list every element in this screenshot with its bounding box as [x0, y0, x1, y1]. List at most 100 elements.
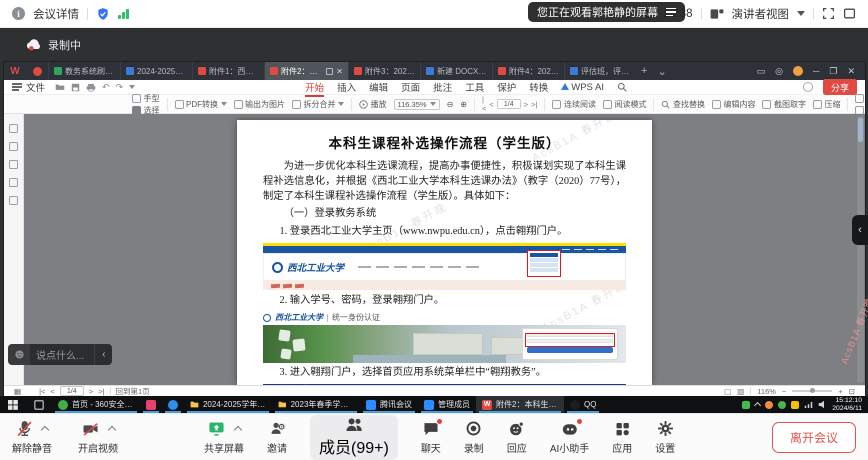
ai-assistant-button[interactable]: AI小助手: [550, 420, 589, 455]
print-icon[interactable]: [86, 83, 96, 92]
tab-pdf-attachment3[interactable]: 附件3：2024-2025学年…: [348, 62, 420, 80]
minimize-button[interactable]: ─: [813, 66, 819, 76]
docer-tab[interactable]: [26, 62, 48, 80]
meeting-info-icon[interactable]: i: [12, 7, 25, 20]
share-options-chevron[interactable]: [234, 426, 242, 434]
scrollbar-thumb[interactable]: [858, 118, 863, 142]
share-screen-button[interactable]: 共享屏幕: [204, 420, 244, 455]
undo-icon[interactable]: ↶: [102, 82, 110, 93]
taskbar-clock[interactable]: 15:12:10 2024/6/11: [832, 397, 862, 412]
network-signal-icon[interactable]: [118, 8, 129, 19]
tab-list-button[interactable]: ⌄: [652, 62, 671, 80]
video-options-chevron[interactable]: [108, 426, 116, 434]
last-page-button[interactable]: >|: [531, 100, 537, 109]
menu-edit[interactable]: 编辑: [369, 80, 388, 94]
view-mode-selector[interactable]: 演讲者视图: [732, 6, 790, 22]
taskbar-item-qq[interactable]: QQ: [564, 396, 602, 413]
settings-button[interactable]: 设置: [655, 420, 675, 455]
caption-collapse-icon[interactable]: ‹: [94, 344, 112, 365]
record-button[interactable]: 录制: [464, 420, 484, 455]
wechat-tray-icon[interactable]: [742, 401, 750, 409]
mic-options-chevron[interactable]: [41, 426, 49, 434]
open-folder-icon[interactable]: [55, 83, 65, 91]
page-number-input[interactable]: [497, 99, 521, 109]
menu-insert[interactable]: 插入: [337, 80, 356, 94]
fit-page-icon[interactable]: ⊡: [849, 387, 855, 396]
menu-comment[interactable]: 批注: [433, 80, 452, 94]
security-tray-icon[interactable]: [791, 401, 799, 409]
split-merge-button[interactable]: 拆分合并: [292, 99, 344, 110]
statusbar-page-input[interactable]: [60, 386, 84, 396]
taskbar-item-folder-2023[interactable]: 2023年春季学期期…: [272, 396, 360, 413]
thumbnail-panel-icon[interactable]: [9, 178, 18, 187]
banner-menu-icon[interactable]: [666, 8, 676, 16]
menu-protect[interactable]: 保护: [497, 80, 516, 94]
meeting-details-link[interactable]: 会议详情: [33, 6, 79, 22]
tab-new-docx[interactable]: 新建 DOCX 文档.docx: [420, 62, 492, 80]
zoom-out-button[interactable]: −: [782, 387, 786, 396]
tab-doc-2024-2025[interactable]: 2024-2025学年秋季学期…: [120, 62, 192, 80]
tab-sheet-2021[interactable]: 教务系统刷出2021级全部…: [48, 62, 120, 80]
next-page-button[interactable]: >: [89, 387, 93, 396]
fullscreen-icon[interactable]: [822, 7, 835, 20]
panel-collapse-tab[interactable]: ‹: [852, 215, 868, 245]
outline-panel-icon[interactable]: [9, 124, 18, 133]
invite-button[interactable]: 邀请: [267, 420, 287, 455]
export-image-button[interactable]: 输出为图片: [234, 99, 286, 110]
menu-tools[interactable]: 工具: [465, 80, 484, 94]
network-icon[interactable]: [804, 401, 813, 409]
caption-placeholder[interactable]: 说点什么...: [30, 344, 94, 365]
file-menu[interactable]: 文件: [12, 80, 45, 94]
read-mode-button[interactable]: 阅读模式: [603, 99, 647, 110]
search-icon[interactable]: [617, 82, 627, 92]
taskbar-item-tencent-meeting[interactable]: 腾讯会议: [360, 396, 418, 413]
first-page-button[interactable]: |<: [39, 387, 45, 396]
taskbar-item-wps[interactable]: W附件2：本科生课程…: [476, 396, 564, 413]
taskbar-item-360browser[interactable]: 首页 - 360安全浏…: [52, 396, 140, 413]
find-replace-button[interactable]: 查找替换: [661, 99, 705, 110]
next-page-button[interactable]: >: [524, 100, 528, 109]
zoom-out-button[interactable]: ⊖: [447, 100, 454, 109]
emoji-icon[interactable]: [8, 344, 30, 365]
start-video-button[interactable]: 开启视频: [78, 420, 118, 455]
prev-page-button[interactable]: <: [489, 100, 493, 109]
page-thumbnails-icon[interactable]: ▦: [14, 387, 21, 396]
window-mode-icon[interactable]: [843, 7, 856, 20]
app-settings-icon[interactable]: ◎: [775, 66, 783, 77]
chevron-down-icon[interactable]: [129, 85, 135, 89]
members-button[interactable]: 成员(99+): [310, 415, 398, 460]
taskbar-item-folder-2024[interactable]: 2024-2025学年秋…: [184, 396, 272, 413]
play-button[interactable]: 播放: [359, 99, 387, 110]
close-tab-icon[interactable]: ✕: [336, 67, 343, 76]
apps-button[interactable]: 应用: [612, 420, 632, 455]
edit-content-button[interactable]: 编辑内容: [712, 99, 756, 110]
pdf-convert-button[interactable]: PDF转换: [175, 99, 227, 110]
bookmark-panel-icon[interactable]: [9, 142, 18, 151]
menu-page[interactable]: 页面: [401, 80, 420, 94]
first-page-button[interactable]: |<: [482, 95, 486, 113]
layout-switch-icon[interactable]: ▭: [757, 66, 766, 77]
translate-full-button[interactable]: 全文翻译: [855, 93, 868, 104]
share-button[interactable]: 分享: [823, 79, 857, 95]
recording-indicator[interactable]: 录制中: [26, 37, 81, 53]
prev-page-button[interactable]: <: [50, 387, 54, 396]
security-shield-icon[interactable]: [96, 7, 110, 21]
react-button[interactable]: 回应: [507, 420, 527, 455]
chat-button[interactable]: 聊天: [421, 420, 441, 455]
new-tab-button[interactable]: +: [636, 62, 652, 80]
comment-panel-icon[interactable]: [9, 160, 18, 169]
taskbar-item-member-manager[interactable]: 管理成员: [418, 396, 476, 413]
snip-text-button[interactable]: 截图取字: [762, 99, 806, 110]
zoom-in-button[interactable]: ⊕: [460, 100, 467, 109]
unmute-button[interactable]: 解除静音: [12, 420, 52, 455]
tray-app-icon[interactable]: [765, 401, 773, 409]
task-view-button[interactable]: [26, 396, 52, 413]
last-page-button[interactable]: >|: [98, 387, 104, 396]
zoom-in-button[interactable]: +: [838, 387, 842, 396]
wps-home-tab[interactable]: W: [4, 62, 26, 80]
tab-pdf-attachment2-active[interactable]: 附件2：本科生课程补…✕: [264, 62, 348, 80]
zoom-slider[interactable]: [792, 390, 832, 392]
caption-input-pill[interactable]: 说点什么... ‹: [8, 344, 112, 365]
save-icon[interactable]: [71, 83, 80, 92]
leave-meeting-button[interactable]: 离开会议: [772, 422, 856, 453]
